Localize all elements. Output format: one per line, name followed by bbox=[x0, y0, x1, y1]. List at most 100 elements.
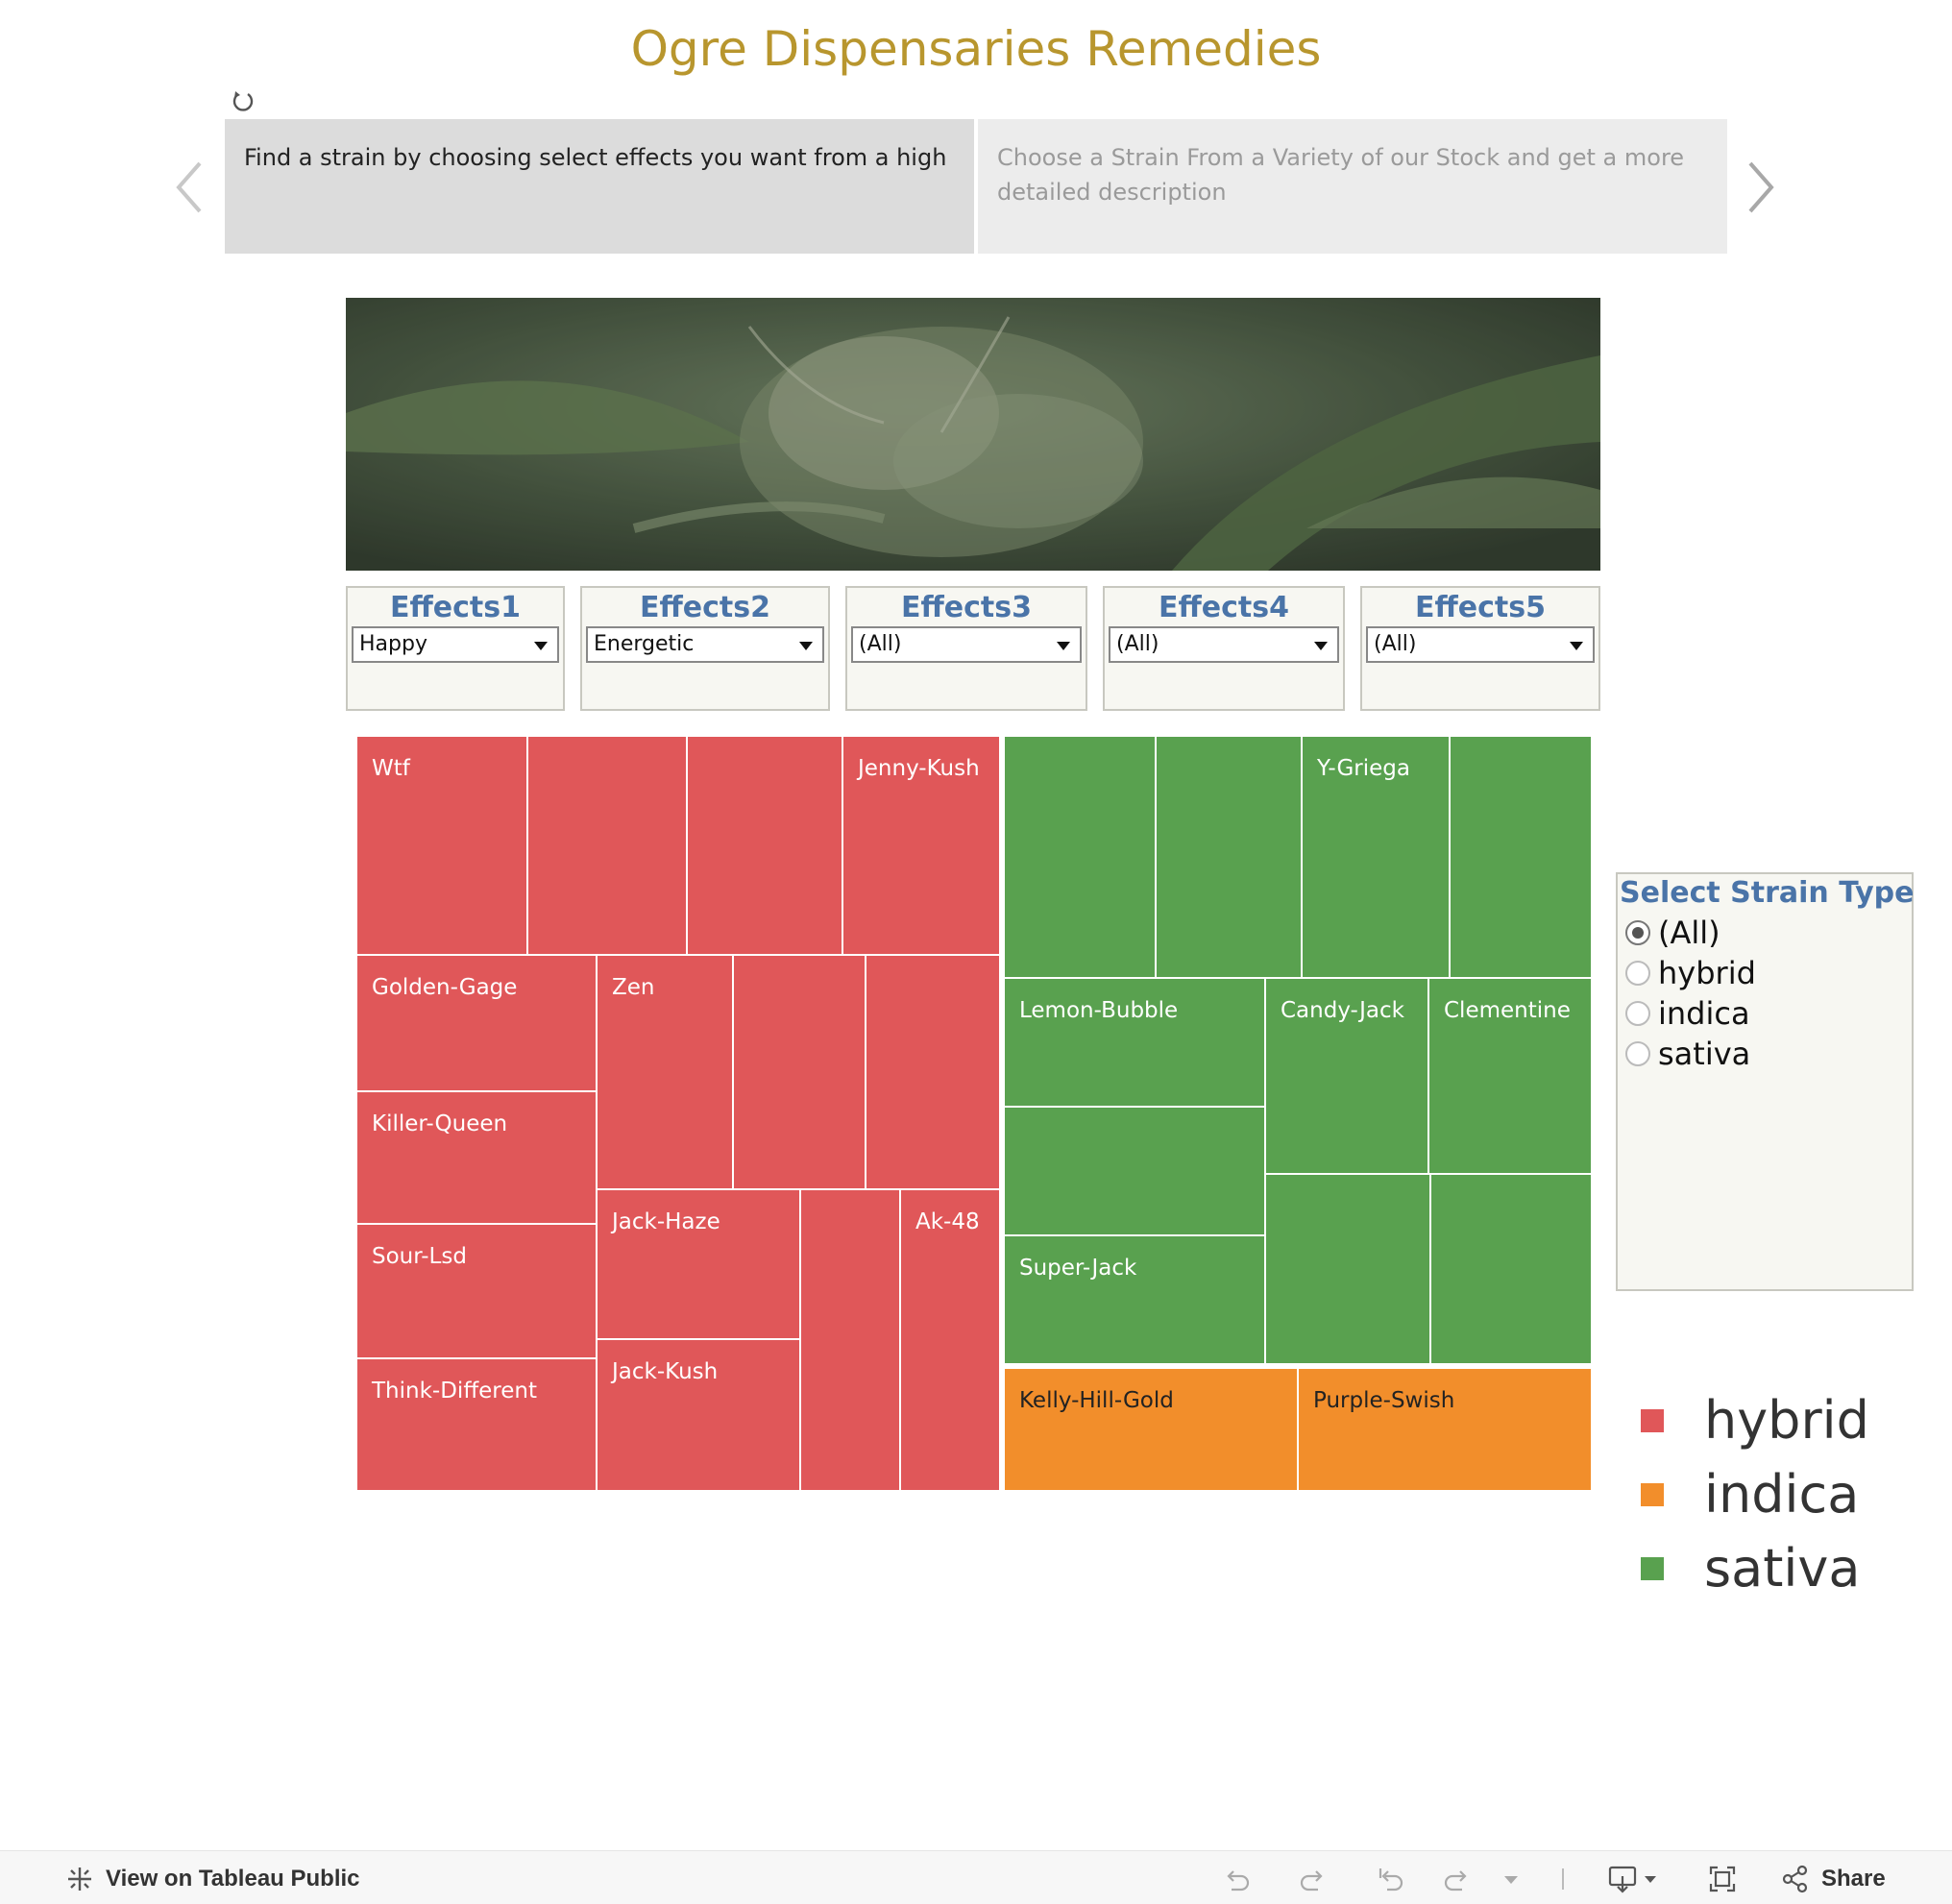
effects5-filter: Effects5 (All) bbox=[1360, 586, 1600, 711]
effects3-label: Effects3 bbox=[901, 591, 1032, 624]
divider-icon bbox=[1562, 1868, 1564, 1890]
treemap-tile[interactable] bbox=[733, 955, 866, 1189]
treemap-tile[interactable]: Golden-Gage bbox=[356, 955, 597, 1091]
option-label: (All) bbox=[1658, 915, 1720, 951]
legend-swatch bbox=[1641, 1408, 1664, 1432]
radio-icon[interactable] bbox=[1625, 1041, 1650, 1066]
revert-all-icon[interactable] bbox=[1374, 1863, 1406, 1895]
treemap-tile[interactable]: Purple-Swish bbox=[1298, 1368, 1592, 1491]
treemap-tile[interactable] bbox=[1156, 736, 1302, 978]
share-icon bbox=[1782, 1865, 1808, 1893]
dropdown-arrow-icon bbox=[1314, 642, 1328, 650]
tile-label: Lemon-Bubble bbox=[1019, 998, 1179, 1023]
treemap-tile[interactable]: Jack-Haze bbox=[597, 1189, 800, 1339]
legend-item-indica[interactable]: indica bbox=[1637, 1457, 1869, 1531]
treemap-tile[interactable] bbox=[1430, 1174, 1592, 1364]
effects1-filter: Effects1 Happy bbox=[346, 586, 565, 711]
legend-swatch bbox=[1641, 1482, 1664, 1506]
treemap-tile[interactable]: Candy-Jack bbox=[1265, 978, 1428, 1174]
treemap-tile[interactable]: Think-Different bbox=[356, 1358, 597, 1491]
treemap-tile[interactable] bbox=[687, 736, 842, 955]
undo-icon[interactable] bbox=[1220, 1863, 1253, 1895]
view-on-tableau-link[interactable]: View on Tableau Public bbox=[63, 1863, 360, 1895]
treemap-tile[interactable]: Killer-Queen bbox=[356, 1091, 597, 1224]
color-legend: hybrid indica sativa bbox=[1637, 1383, 1869, 1605]
treemap-tile[interactable] bbox=[800, 1189, 900, 1491]
treemap-tile[interactable]: Jenny-Kush bbox=[842, 736, 1000, 955]
effects3-dropdown[interactable]: (All) bbox=[851, 626, 1082, 663]
treemap-tile[interactable]: Ak-48 bbox=[900, 1189, 1000, 1491]
treemap-tile[interactable] bbox=[1265, 1174, 1430, 1364]
share-label: Share bbox=[1821, 1866, 1886, 1892]
tile-label: Kelly-Hill-Gold bbox=[1019, 1388, 1174, 1413]
treemap-tile[interactable]: Kelly-Hill-Gold bbox=[1004, 1368, 1298, 1491]
effects5-value: (All) bbox=[1374, 632, 1417, 656]
dropdown-arrow-icon bbox=[534, 642, 548, 650]
tile-label: Sour-Lsd bbox=[372, 1244, 467, 1269]
legend-item-sativa[interactable]: sativa bbox=[1637, 1531, 1869, 1605]
effects3-filter: Effects3 (All) bbox=[845, 586, 1087, 711]
effects5-dropdown[interactable]: (All) bbox=[1366, 626, 1595, 663]
tile-label: Killer-Queen bbox=[372, 1111, 508, 1136]
story-point-effects[interactable]: Find a strain by choosing select effects… bbox=[225, 119, 974, 254]
tile-label: Jack-Haze bbox=[612, 1209, 720, 1234]
effects4-filter: Effects4 (All) bbox=[1103, 586, 1345, 711]
dropdown-arrow-icon bbox=[1057, 642, 1070, 650]
radio-selected-icon[interactable] bbox=[1625, 920, 1650, 945]
strain-option-indica[interactable]: indica bbox=[1618, 993, 1912, 1034]
effects1-dropdown[interactable]: Happy bbox=[352, 626, 559, 663]
story-prev-icon[interactable] bbox=[171, 154, 209, 221]
effects4-dropdown[interactable]: (All) bbox=[1109, 626, 1339, 663]
treemap-tile[interactable]: Jack-Kush bbox=[597, 1339, 800, 1491]
treemap-tile[interactable] bbox=[866, 955, 1000, 1189]
treemap-tile[interactable]: Clementine bbox=[1428, 978, 1592, 1174]
refresh-icon[interactable] bbox=[1441, 1863, 1474, 1895]
treemap-tile[interactable]: Super-Jack bbox=[1004, 1235, 1265, 1364]
treemap-tile[interactable]: Wtf bbox=[356, 736, 527, 955]
redo-icon[interactable] bbox=[1297, 1863, 1330, 1895]
story-next-icon[interactable] bbox=[1741, 154, 1779, 221]
tile-label: Golden-Gage bbox=[372, 975, 518, 1000]
tile-label: Super-Jack bbox=[1019, 1256, 1137, 1281]
treemap-tile[interactable] bbox=[1004, 1107, 1265, 1235]
strain-option-all[interactable]: (All) bbox=[1618, 913, 1912, 953]
dashboard-title: Ogre Dispensaries Remedies bbox=[630, 21, 1322, 77]
legend-label: sativa bbox=[1704, 1538, 1861, 1599]
effects2-label: Effects2 bbox=[640, 591, 770, 624]
effects2-dropdown[interactable]: Energetic bbox=[586, 626, 824, 663]
view-on-tableau-label: View on Tableau Public bbox=[106, 1866, 360, 1892]
fullscreen-icon[interactable] bbox=[1706, 1863, 1739, 1895]
effects1-value: Happy bbox=[359, 632, 427, 656]
cannabis-banner-image bbox=[346, 298, 1600, 571]
treemap-tile[interactable]: Sour-Lsd bbox=[356, 1224, 597, 1358]
story-point-strain[interactable]: Choose a Strain From a Variety of our St… bbox=[978, 119, 1727, 254]
revert-icon[interactable] bbox=[231, 88, 257, 115]
treemap-tile[interactable] bbox=[1004, 736, 1156, 978]
tile-label: Zen bbox=[612, 975, 655, 1000]
effects4-value: (All) bbox=[1116, 632, 1159, 656]
strain-option-hybrid[interactable]: hybrid bbox=[1618, 953, 1912, 993]
radio-icon[interactable] bbox=[1625, 961, 1650, 986]
treemap-tile[interactable] bbox=[1450, 736, 1592, 978]
effects4-label: Effects4 bbox=[1159, 591, 1289, 624]
option-label: indica bbox=[1658, 995, 1750, 1032]
tile-label: Ak-48 bbox=[915, 1209, 980, 1234]
strain-treemap: Wtf Jenny-Kush Golden-Gage Killer-Queen … bbox=[356, 736, 1592, 1491]
strain-option-sativa[interactable]: sativa bbox=[1618, 1034, 1912, 1074]
legend-item-hybrid[interactable]: hybrid bbox=[1637, 1383, 1869, 1457]
legend-label: indica bbox=[1704, 1464, 1860, 1525]
download-icon[interactable] bbox=[1606, 1863, 1664, 1895]
tableau-logo-icon bbox=[68, 1867, 91, 1891]
strain-type-filter: Select Strain Type (All) hybrid indica s… bbox=[1616, 872, 1915, 1291]
treemap-tile[interactable]: Zen bbox=[597, 955, 733, 1189]
legend-swatch bbox=[1641, 1556, 1664, 1580]
pause-dropdown-icon[interactable] bbox=[1495, 1863, 1527, 1895]
share-button[interactable]: Share bbox=[1779, 1863, 1886, 1895]
radio-icon[interactable] bbox=[1625, 1001, 1650, 1026]
strain-type-label: Select Strain Type bbox=[1620, 876, 1915, 910]
treemap-tile[interactable]: Y-Griega bbox=[1302, 736, 1450, 978]
treemap-tile[interactable] bbox=[527, 736, 687, 955]
tile-label: Clementine bbox=[1444, 998, 1571, 1023]
legend-label: hybrid bbox=[1704, 1390, 1869, 1451]
treemap-tile[interactable]: Lemon-Bubble bbox=[1004, 978, 1265, 1107]
